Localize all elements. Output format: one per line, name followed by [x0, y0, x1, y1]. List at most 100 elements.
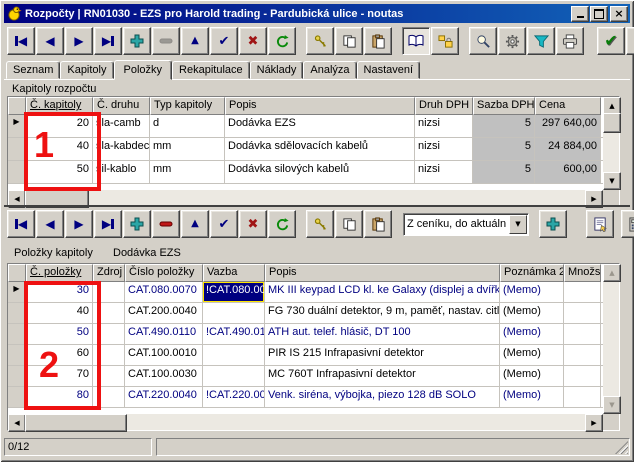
next-record-button[interactable]: ▶ [65, 210, 93, 238]
grid-cell[interactable]: Dodávka sdělovacích kabelů [225, 138, 415, 160]
grid-cell[interactable]: FG 730 duální detektor, 9 m, paměť, nast… [265, 303, 500, 323]
first-record-button[interactable]: ◀ [7, 210, 35, 238]
grid-cell[interactable]: (Memo) [500, 303, 564, 323]
prior-record-button[interactable]: ◀ [36, 210, 64, 238]
grid-cell[interactable]: CAT.490.0110 [125, 324, 203, 344]
grid-cell[interactable] [203, 303, 265, 323]
column-header[interactable]: Cena [535, 97, 601, 115]
grid-cell[interactable]: CAT.100.0010 [125, 345, 203, 365]
tab-seznam[interactable]: Seznam [6, 61, 60, 79]
grid-cell[interactable] [203, 366, 265, 386]
grid-cell[interactable]: sil-kablo [93, 161, 150, 183]
next-record-button[interactable]: ▶ [65, 27, 93, 55]
scroll-right-icon[interactable]: ▶ [585, 414, 603, 432]
scroll-down-icon[interactable]: ▼ [603, 396, 621, 414]
column-header[interactable]: Sazba DPH [473, 97, 535, 115]
edit-record-button[interactable]: ▲ [181, 27, 209, 55]
grid-cell[interactable]: Venk. siréna, výbojka, piezo 128 dB SOLO [265, 387, 500, 407]
grid-cell[interactable]: Dodávka silových kabelů [225, 161, 415, 183]
grid-cell[interactable]: 5 [473, 115, 535, 137]
close-cancel-button[interactable]: ✖ [626, 27, 634, 55]
grid-cell[interactable]: (Memo) [500, 282, 564, 302]
last-record-button[interactable]: ▶ [94, 27, 122, 55]
grid-cell[interactable]: (Memo) [500, 324, 564, 344]
grid-cell[interactable]: 5 [473, 161, 535, 183]
tab-náklady[interactable]: Náklady [250, 61, 304, 79]
settings-button[interactable] [498, 27, 526, 55]
paste-button[interactable] [364, 27, 392, 55]
calculator-button[interactable] [621, 210, 634, 238]
grid-cell[interactable]: ATH aut. telef. hlásič, DT 100 [265, 324, 500, 344]
grid-cell[interactable]: mm [150, 161, 225, 183]
grid-cell[interactable]: CAT.200.0040 [125, 303, 203, 323]
grid-cell[interactable] [564, 324, 601, 344]
grid-cell[interactable] [564, 303, 601, 323]
grid-cell[interactable]: MK III keypad LCD kl. ke Galaxy (displej… [265, 282, 500, 302]
grid-cell[interactable]: !CAT.490.01 [203, 324, 265, 344]
last-record-button[interactable]: ▶ [94, 210, 122, 238]
scroll-down-icon[interactable]: ▼ [603, 172, 621, 190]
vertical-scrollbar[interactable]: ▲ ▼ [603, 264, 619, 414]
confirm-button[interactable]: ✔ [597, 27, 625, 55]
column-header[interactable]: Typ kapitoly [150, 97, 225, 115]
grid-cell[interactable]: sla-kabdec [93, 138, 150, 160]
grid-cell[interactable]: PIR IS 215 Infrapasivní detektor [265, 345, 500, 365]
tab-kapitoly[interactable]: Kapitoly [60, 61, 113, 79]
column-header[interactable]: Vazba [203, 264, 265, 282]
horizontal-scrollbar[interactable]: ◀ ▶ [8, 414, 603, 430]
cancel-edit-button[interactable]: ✖ [239, 27, 267, 55]
grid-cell[interactable]: d [150, 115, 225, 137]
grid-cell[interactable]: (Memo) [500, 387, 564, 407]
column-header[interactable]: Č. položky [26, 264, 93, 282]
minimize-button[interactable] [571, 6, 589, 22]
close-button[interactable]: × [610, 6, 628, 22]
grid-cell[interactable]: mm [150, 138, 225, 160]
grid-cell[interactable]: (Memo) [500, 345, 564, 365]
insert-record-button[interactable] [123, 210, 151, 238]
post-edit-button[interactable]: ✔ [210, 27, 238, 55]
price-list-button[interactable] [402, 27, 430, 55]
grid-cell[interactable]: CAT.220.0040 [125, 387, 203, 407]
print-button[interactable] [556, 27, 584, 55]
lock-button[interactable] [431, 27, 459, 55]
copy-button[interactable] [335, 210, 363, 238]
section-splitter[interactable] [4, 205, 630, 207]
grid-cell[interactable] [564, 387, 601, 407]
column-header[interactable]: Popis [265, 264, 500, 282]
resize-grip[interactable] [615, 441, 628, 454]
column-header[interactable]: Zdroj [93, 264, 125, 282]
grid-cell[interactable]: nizsi [415, 138, 473, 160]
delete-record-button[interactable] [152, 210, 180, 238]
delete-record-button[interactable] [152, 27, 180, 55]
add-from-pricelist-button[interactable] [539, 210, 567, 238]
dropdown-arrow-icon[interactable]: ▼ [509, 215, 527, 234]
grid-cell[interactable] [203, 345, 265, 365]
grid-cell[interactable]: nizsi [415, 161, 473, 183]
insert-record-button[interactable] [123, 27, 151, 55]
tab-analýza[interactable]: Analýza [303, 61, 356, 79]
grid-cell[interactable]: (Memo) [500, 366, 564, 386]
paste-button[interactable] [364, 210, 392, 238]
horizontal-scrollbar[interactable]: ◀ ▶ [8, 190, 603, 206]
grid-cell[interactable] [564, 366, 601, 386]
scrollbar-thumb[interactable] [25, 414, 127, 432]
search-button[interactable] [469, 27, 497, 55]
grid-cell[interactable]: 24 884,00 [535, 138, 601, 160]
grid-cell[interactable]: Dodávka EZS [225, 115, 415, 137]
first-record-button[interactable]: ◀ [7, 27, 35, 55]
scroll-up-icon[interactable]: ▲ [603, 264, 621, 282]
column-header[interactable]: Množstv [564, 264, 601, 282]
grid-cell[interactable]: !CAT.080.00 [203, 282, 265, 302]
grid-cell[interactable]: CAT.100.0030 [125, 366, 203, 386]
tab-položky[interactable]: Položky [114, 60, 173, 80]
grid-cell[interactable]: nizsi [415, 115, 473, 137]
refresh-button[interactable] [268, 210, 296, 238]
cancel-edit-button[interactable]: ✖ [239, 210, 267, 238]
pin-button[interactable] [306, 210, 334, 238]
item-form-button[interactable] [586, 210, 614, 238]
grid-cell[interactable]: MC 760T Infrapasivní detektor [265, 366, 500, 386]
grid-cell[interactable] [564, 282, 601, 302]
vertical-scrollbar[interactable]: ▲ ▼ [603, 97, 619, 190]
refresh-button[interactable] [268, 27, 296, 55]
column-header[interactable]: Popis [225, 97, 415, 115]
